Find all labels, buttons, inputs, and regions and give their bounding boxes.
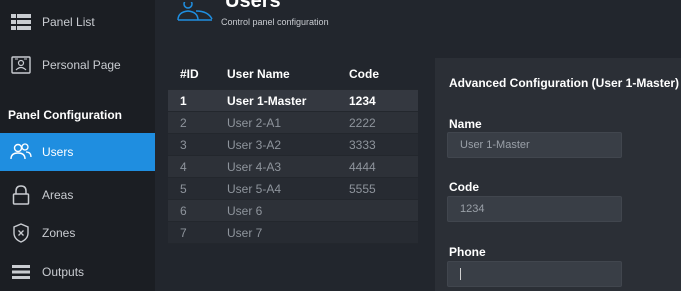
table-row[interactable]: 1 User 1-Master 1234 [168,90,418,112]
code-label: Code [449,180,479,194]
cell-code: 4444 [349,159,376,174]
users-icon [176,0,216,27]
column-header-id[interactable]: #ID [168,67,215,81]
sidebar-item-areas[interactable]: Areas [0,178,155,212]
text-cursor [460,268,461,281]
cell-code: 5555 [349,181,376,196]
table-row[interactable]: 2 User 2-A1 2222 [168,112,418,134]
name-label: Name [449,117,482,131]
cell-id: 2 [180,115,187,130]
sidebar-item-label: Users [42,145,74,159]
panel-title: Advanced Configuration (User 1-Master) [449,76,680,90]
cell-id: 3 [180,137,187,152]
phone-label: Phone [449,245,486,259]
sidebar-item-label: Zones [42,226,76,240]
sidebar-item-label: Panel List [42,15,95,29]
id-card-icon [6,56,36,74]
cell-id: 7 [180,225,187,240]
cell-user-name: User 7 [227,225,263,240]
list-icon [6,14,36,30]
page-subtitle: Control panel configuration [221,17,329,27]
code-field[interactable]: 1234 [447,196,622,222]
lock-icon [6,185,36,205]
name-field[interactable]: User 1-Master [447,132,622,158]
shield-icon [6,223,36,243]
cell-user-name: User 6 [227,203,263,218]
cell-id: 6 [180,203,187,218]
cell-user-name: User 2-A1 [227,115,282,130]
sidebar-item-users[interactable]: Users [0,133,155,171]
users-icon [6,143,36,161]
sidebar-item-personal-page[interactable]: Personal Page [0,50,155,80]
column-header-user-name[interactable]: User Name [215,67,347,81]
column-header-code[interactable]: Code [347,67,418,81]
table-row[interactable]: 3 User 3-A2 3333 [168,134,418,156]
outputs-icon [6,264,36,280]
cell-user-name: User 4-A3 [227,159,282,174]
table-row[interactable]: 5 User 5-A4 5555 [168,178,418,200]
page-title: Users [225,0,281,12]
sidebar-item-outputs[interactable]: Outputs [0,255,155,289]
table-header: #ID User Name Code [168,58,418,90]
sidebar-item-label: Personal Page [42,58,121,72]
advanced-config-panel: Advanced Configuration (User 1-Master) N… [435,58,681,291]
cell-id: 1 [180,93,187,108]
cell-code: 2222 [349,115,376,130]
cell-id: 4 [180,159,187,174]
table-row[interactable]: 6 User 6 [168,200,418,222]
sidebar-item-zones[interactable]: Zones [0,216,155,250]
phone-field[interactable] [447,261,622,287]
sidebar-item-panel-list[interactable]: Panel List [0,6,155,38]
cell-code: 1234 [349,93,376,108]
table-row[interactable]: 4 User 4-A3 4444 [168,156,418,178]
table-row[interactable]: 7 User 7 [168,222,418,244]
sidebar: Panel List Personal Page Panel Configura… [0,0,155,291]
cell-user-name: User 3-A2 [227,137,282,152]
cell-user-name: User 5-A4 [227,181,282,196]
cell-user-name: User 1-Master [227,93,307,108]
sidebar-item-label: Areas [42,188,74,202]
sidebar-item-label: Outputs [42,265,85,279]
cell-code: 3333 [349,137,376,152]
cell-id: 5 [180,181,187,196]
users-table: #ID User Name Code 1 User 1-Master 1234 … [168,58,418,244]
section-title: Panel Configuration [8,108,122,122]
